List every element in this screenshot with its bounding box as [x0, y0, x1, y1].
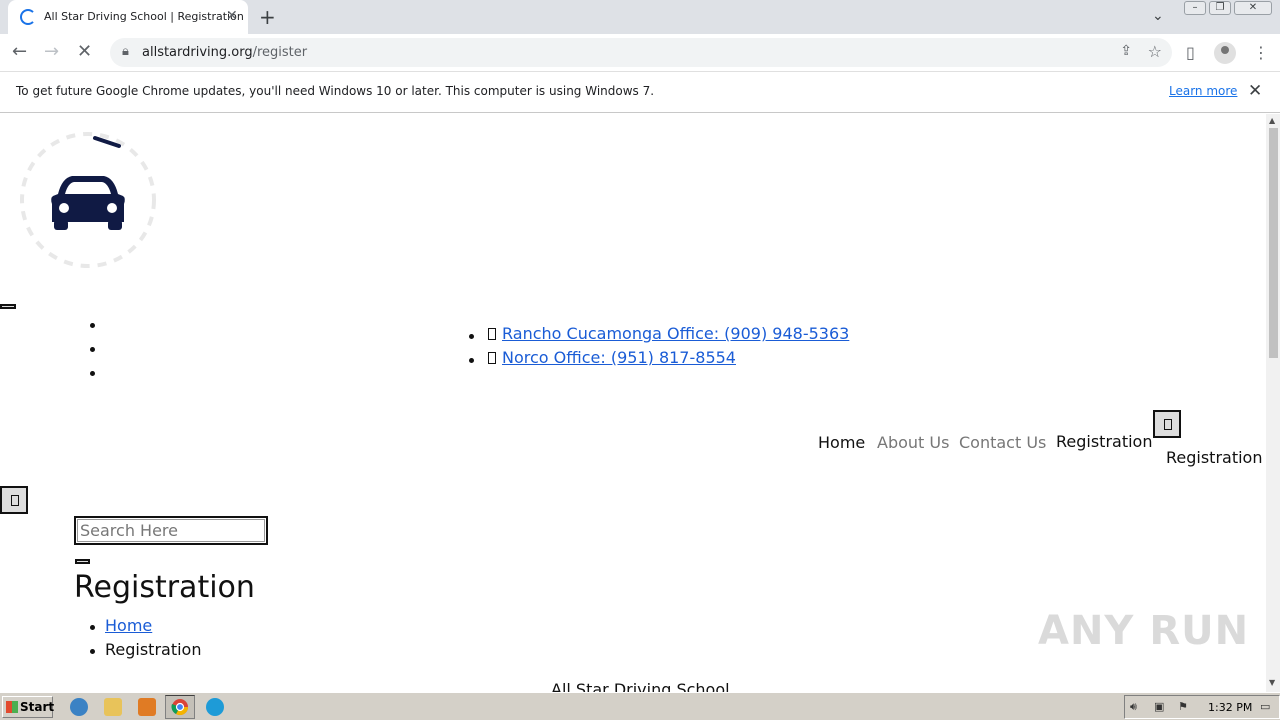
- minimize-button[interactable]: –: [1184, 1, 1206, 15]
- clock[interactable]: 1:32 PM: [1208, 701, 1252, 714]
- breadcrumb-item: Home: [90, 616, 201, 640]
- breadcrumb-current: Registration: [105, 640, 202, 659]
- loading-spinner-icon: [20, 9, 36, 25]
- media-player-icon[interactable]: [138, 698, 156, 716]
- page-scrollbar[interactable]: ▲ ▼: [1266, 114, 1280, 692]
- scroll-down-arrow-icon[interactable]: ▼: [1269, 678, 1275, 687]
- car-logo-icon: [20, 132, 156, 268]
- windows-logo-icon: [6, 701, 18, 713]
- nav-item-contact[interactable]: Contact Us: [959, 433, 1046, 452]
- web-page: Rancho Cucamonga Office: (909) 948-5363 …: [0, 114, 1266, 692]
- internet-explorer-icon[interactable]: [70, 698, 88, 716]
- sidebar-icon-button[interactable]: [0, 486, 28, 514]
- nav-item-registration[interactable]: Registration: [1056, 432, 1152, 451]
- office-item: Rancho Cucamonga Office: (909) 948-5363: [466, 324, 849, 348]
- menu-toggle-button[interactable]: [0, 304, 16, 309]
- tab-close-icon[interactable]: ✕: [226, 8, 238, 24]
- screen: All Star Driving School | Registration ✕…: [0, 0, 1280, 720]
- office-phone-link[interactable]: Norco Office: (951) 817-8554: [502, 348, 736, 367]
- start-button[interactable]: Start: [2, 696, 55, 718]
- school-name-text: All Star Driving School: [551, 680, 730, 692]
- phone-icon: [488, 328, 496, 340]
- stop-loading-icon[interactable]: ✕: [77, 41, 92, 62]
- start-label: Start: [20, 700, 55, 714]
- lock-icon[interactable]: 🔒︎: [122, 44, 129, 59]
- registration-button[interactable]: Registration: [1166, 448, 1262, 467]
- url-domain: allstardriving.org: [142, 45, 253, 60]
- url-text[interactable]: allstardriving.org/register: [142, 45, 307, 60]
- tab-title: All Star Driving School | Registration: [44, 10, 244, 23]
- url-path: /register: [252, 45, 308, 60]
- search-submit-button[interactable]: [75, 559, 90, 564]
- tab-search-chevron-icon[interactable]: ⌄: [1152, 8, 1164, 24]
- volume-icon[interactable]: 🔊︎: [1130, 700, 1137, 714]
- phone-icon: [488, 352, 496, 364]
- office-phone-link[interactable]: Rancho Cucamonga Office: (909) 948-5363: [502, 324, 849, 343]
- chrome-icon: [171, 699, 189, 716]
- office-item: Norco Office: (951) 817-8554: [466, 348, 849, 372]
- browser-tab[interactable]: All Star Driving School | Registration ✕: [8, 0, 248, 34]
- bookmark-star-icon[interactable]: ☆: [1148, 42, 1162, 61]
- page-title: Registration: [74, 570, 255, 605]
- update-infobar: To get future Google Chrome updates, you…: [0, 71, 1280, 113]
- nav-icon-button[interactable]: [1153, 410, 1181, 438]
- menu-kebab-icon[interactable]: ⋮: [1253, 43, 1269, 62]
- search-input[interactable]: [74, 516, 268, 545]
- address-bar[interactable]: 🔒︎ allstardriving.org/register ⇪ ☆: [110, 38, 1172, 67]
- profile-avatar-icon[interactable]: [1214, 42, 1236, 64]
- breadcrumb-home-link[interactable]: Home: [105, 616, 152, 635]
- nav-item-about[interactable]: About Us: [877, 433, 949, 452]
- tab-strip: All Star Driving School | Registration ✕…: [0, 0, 1280, 34]
- system-tray: [1124, 695, 1280, 719]
- network-icon[interactable]: ▣: [1154, 700, 1164, 713]
- breadcrumb: Home Registration: [90, 616, 201, 664]
- action-center-flag-icon[interactable]: ⚑: [1178, 700, 1188, 713]
- back-arrow-icon[interactable]: ←: [12, 41, 27, 62]
- scrollbar-thumb[interactable]: [1269, 128, 1278, 358]
- infobar-close-icon[interactable]: ✕: [1248, 81, 1262, 101]
- file-explorer-icon[interactable]: [104, 698, 122, 716]
- chrome-taskbar-button[interactable]: [165, 695, 195, 719]
- browser-toolbar: ← → ✕ 🔒︎ allstardriving.org/register ⇪ ☆…: [0, 34, 1280, 71]
- side-panel-icon[interactable]: ▯: [1186, 43, 1195, 62]
- nav-item-home[interactable]: Home: [818, 433, 865, 452]
- office-phone-list: Rancho Cucamonga Office: (909) 948-5363 …: [466, 324, 849, 372]
- scroll-up-arrow-icon[interactable]: ▲: [1269, 116, 1275, 125]
- infobar-message: To get future Google Chrome updates, you…: [16, 84, 655, 98]
- breadcrumb-item: Registration: [90, 640, 201, 664]
- windows-taskbar: Start 🔊︎ ▣ ⚑ 1:32 PM ▭: [0, 692, 1280, 720]
- edge-icon[interactable]: [206, 698, 224, 716]
- watermark-text: ANY RUN: [1038, 608, 1250, 654]
- show-desktop-icon[interactable]: ▭: [1260, 700, 1270, 713]
- share-icon[interactable]: ⇪: [1120, 43, 1132, 59]
- forward-arrow-icon[interactable]: →: [44, 41, 59, 62]
- restore-button[interactable]: ❐: [1209, 1, 1231, 15]
- close-window-button[interactable]: ✕: [1234, 1, 1272, 15]
- learn-more-link[interactable]: Learn more: [1169, 84, 1237, 98]
- new-tab-button[interactable]: +: [259, 5, 276, 29]
